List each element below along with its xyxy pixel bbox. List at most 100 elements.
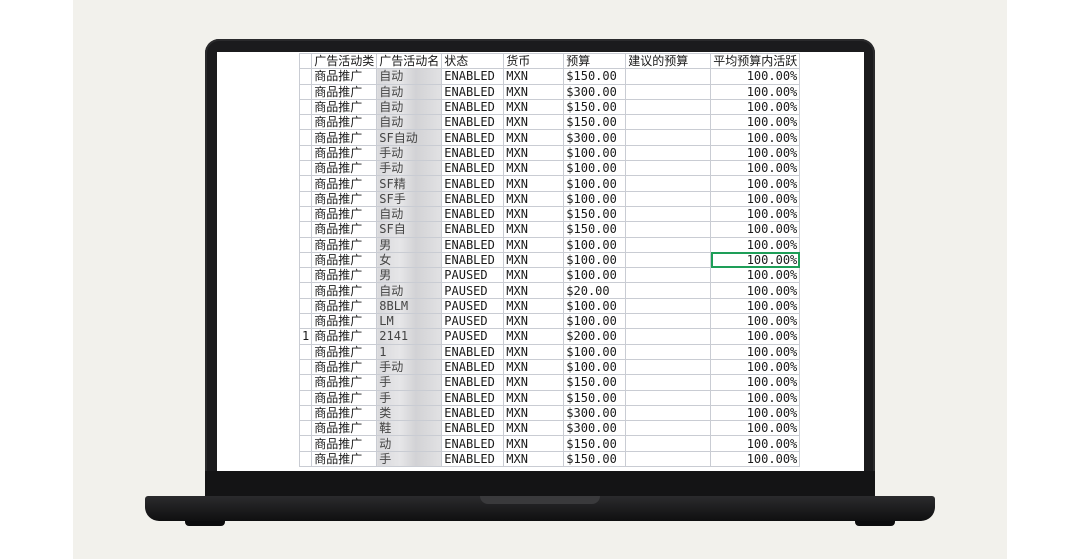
row-edge-cell[interactable] — [298, 98, 313, 116]
campaign-type-cell[interactable]: 商品推广 — [311, 98, 378, 116]
suggested-budget-cell[interactable] — [625, 389, 712, 406]
row-edge-cell[interactable]: 1 — [298, 328, 313, 345]
suggested-budget-cell[interactable] — [625, 450, 712, 468]
avg-active-cell[interactable]: 100.00% — [710, 420, 801, 437]
header-status[interactable]: 状态 — [441, 52, 505, 70]
currency-cell[interactable]: MXN — [503, 313, 565, 330]
suggested-budget-cell[interactable] — [625, 236, 712, 253]
campaign-type-cell[interactable]: 商品推广 — [311, 251, 378, 269]
row-edge-cell[interactable] — [298, 221, 313, 238]
status-cell[interactable]: ENABLED — [441, 236, 505, 253]
currency-cell[interactable]: MXN — [503, 83, 565, 100]
row-edge-cell[interactable] — [298, 83, 313, 100]
status-cell[interactable]: ENABLED — [441, 175, 505, 192]
status-cell[interactable]: PAUSED — [441, 282, 505, 299]
suggested-budget-cell[interactable] — [625, 420, 712, 437]
suggested-budget-cell[interactable] — [625, 190, 712, 207]
avg-active-cell[interactable]: 100.00% — [710, 236, 801, 253]
avg-active-cell-selected[interactable]: 100.00% — [710, 251, 801, 269]
avg-active-cell[interactable]: 100.00% — [710, 175, 801, 192]
currency-cell[interactable]: MXN — [503, 144, 565, 162]
row-edge-cell[interactable] — [298, 129, 313, 146]
currency-cell[interactable]: MXN — [503, 374, 565, 391]
status-cell[interactable]: ENABLED — [441, 68, 505, 85]
header-edge-cell[interactable] — [298, 52, 313, 70]
avg-active-cell[interactable]: 100.00% — [710, 205, 801, 223]
status-cell[interactable]: ENABLED — [441, 251, 505, 269]
campaign-name-cell[interactable]: 2141 — [376, 328, 443, 345]
avg-active-cell[interactable]: 100.00% — [710, 313, 801, 330]
row-edge-cell[interactable] — [298, 114, 313, 131]
status-cell[interactable]: ENABLED — [441, 358, 505, 376]
avg-active-cell[interactable]: 100.00% — [710, 374, 801, 391]
status-cell[interactable]: ENABLED — [441, 129, 505, 146]
row-edge-cell[interactable] — [298, 175, 313, 192]
currency-cell[interactable]: MXN — [503, 389, 565, 406]
status-cell[interactable]: ENABLED — [441, 205, 505, 223]
budget-cell[interactable]: $150.00 — [563, 450, 627, 468]
currency-cell[interactable]: MXN — [503, 404, 565, 422]
status-cell[interactable]: ENABLED — [441, 83, 505, 100]
status-cell[interactable]: ENABLED — [441, 190, 505, 207]
budget-cell[interactable]: $100.00 — [563, 267, 627, 284]
avg-active-cell[interactable]: 100.00% — [710, 98, 801, 116]
suggested-budget-cell[interactable] — [625, 358, 712, 376]
campaign-name-cell[interactable]: 自动 — [376, 98, 443, 116]
row-edge-cell[interactable] — [298, 313, 313, 330]
campaign-type-cell[interactable]: 商品推广 — [311, 114, 378, 131]
campaign-type-cell[interactable]: 商品推广 — [311, 358, 378, 376]
status-cell[interactable]: ENABLED — [441, 374, 505, 391]
campaign-type-cell[interactable]: 商品推广 — [311, 205, 378, 223]
campaign-type-cell[interactable]: 商品推广 — [311, 404, 378, 422]
campaign-name-cell[interactable]: 1 — [376, 343, 443, 360]
currency-cell[interactable]: MXN — [503, 328, 565, 345]
status-cell[interactable]: ENABLED — [441, 144, 505, 162]
suggested-budget-cell[interactable] — [625, 221, 712, 238]
campaign-name-cell[interactable]: 男 — [376, 236, 443, 253]
avg-active-cell[interactable]: 100.00% — [710, 83, 801, 100]
campaign-name-cell[interactable]: 手动 — [376, 144, 443, 162]
row-edge-cell[interactable] — [298, 435, 313, 452]
avg-active-cell[interactable]: 100.00% — [710, 404, 801, 422]
budget-cell[interactable]: $200.00 — [563, 328, 627, 345]
campaign-type-cell[interactable]: 商品推广 — [311, 435, 378, 452]
suggested-budget-cell[interactable] — [625, 282, 712, 299]
avg-active-cell[interactable]: 100.00% — [710, 297, 801, 315]
status-cell[interactable]: ENABLED — [441, 98, 505, 116]
campaign-type-cell[interactable]: 商品推广 — [311, 190, 378, 207]
currency-cell[interactable]: MXN — [503, 68, 565, 85]
currency-cell[interactable]: MXN — [503, 114, 565, 131]
budget-cell[interactable]: $150.00 — [563, 98, 627, 116]
budget-cell[interactable]: $150.00 — [563, 374, 627, 391]
currency-cell[interactable]: MXN — [503, 251, 565, 269]
campaign-type-cell[interactable]: 商品推广 — [311, 420, 378, 437]
currency-cell[interactable]: MXN — [503, 190, 565, 207]
currency-cell[interactable]: MXN — [503, 160, 565, 177]
budget-cell[interactable]: $100.00 — [563, 358, 627, 376]
campaign-name-cell[interactable]: 动 — [376, 435, 443, 452]
budget-cell[interactable]: $100.00 — [563, 175, 627, 192]
currency-cell[interactable]: MXN — [503, 98, 565, 116]
avg-active-cell[interactable]: 100.00% — [710, 358, 801, 376]
campaign-name-cell[interactable]: SF精 — [376, 175, 443, 192]
header-campaign-name[interactable]: 广告活动名 — [376, 52, 443, 70]
row-edge-cell[interactable] — [298, 358, 313, 376]
suggested-budget-cell[interactable] — [625, 129, 712, 146]
campaign-type-cell[interactable]: 商品推广 — [311, 313, 378, 330]
status-cell[interactable]: ENABLED — [441, 420, 505, 437]
avg-active-cell[interactable]: 100.00% — [710, 144, 801, 162]
row-edge-cell[interactable] — [298, 205, 313, 223]
budget-cell[interactable]: $150.00 — [563, 114, 627, 131]
suggested-budget-cell[interactable] — [625, 297, 712, 315]
campaign-name-cell[interactable]: 自动 — [376, 114, 443, 131]
budget-cell[interactable]: $150.00 — [563, 435, 627, 452]
campaign-type-cell[interactable]: 商品推广 — [311, 236, 378, 253]
budget-cell[interactable]: $150.00 — [563, 389, 627, 406]
currency-cell[interactable]: MXN — [503, 205, 565, 223]
campaign-type-cell[interactable]: 商品推广 — [311, 83, 378, 100]
avg-active-cell[interactable]: 100.00% — [710, 114, 801, 131]
row-edge-cell[interactable] — [298, 144, 313, 162]
campaign-type-cell[interactable]: 商品推广 — [311, 267, 378, 284]
campaign-name-cell[interactable]: 手动 — [376, 160, 443, 177]
campaign-name-cell[interactable]: 类 — [376, 404, 443, 422]
